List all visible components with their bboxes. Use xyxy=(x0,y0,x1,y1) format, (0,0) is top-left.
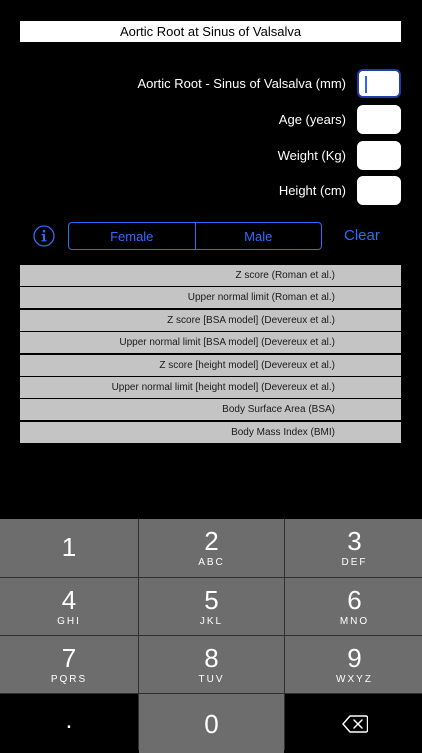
result-row: Z score (Roman et al.) xyxy=(20,265,401,286)
result-row: Upper normal limit [BSA model] (Devereux… xyxy=(20,332,401,354)
key-2[interactable]: 2 ABC xyxy=(139,519,284,577)
key-3[interactable]: 3 DEF xyxy=(285,519,422,577)
backspace-icon xyxy=(341,714,368,733)
key-8[interactable]: 8 TUV xyxy=(139,636,284,693)
height-row: Height (cm) xyxy=(279,175,401,206)
clear-button[interactable]: Clear xyxy=(344,227,380,244)
key-decimal[interactable]: . xyxy=(0,694,138,753)
result-row: Z score [height model] (Devereux et al.) xyxy=(20,354,401,376)
key-6[interactable]: 6 MNO xyxy=(285,578,422,635)
result-row: Upper normal limit (Roman et al.) xyxy=(20,287,401,309)
key-7[interactable]: 7 PQRS xyxy=(0,636,138,693)
key-0[interactable]: 0 xyxy=(139,694,284,753)
aortic-root-label: Aortic Root - Sinus of Valsalva (mm) xyxy=(137,76,346,91)
results-list: Z score (Roman et al.) Upper normal limi… xyxy=(20,265,401,444)
age-row: Age (years) xyxy=(279,104,401,135)
page-title: Aortic Root at Sinus of Valsalva xyxy=(20,21,401,42)
age-label: Age (years) xyxy=(278,112,346,127)
result-row: Body Mass Index (BMI) xyxy=(20,421,401,443)
info-circle-icon[interactable] xyxy=(33,225,55,247)
numeric-keypad: 1 2 ABC 3 DEF 4 GHI 5 JKL 6 MNO 7 PQRS 8… xyxy=(0,519,422,753)
weight-row: Weight (Kg) xyxy=(278,140,401,171)
female-segment[interactable]: Female xyxy=(69,223,195,249)
result-row: Z score [BSA model] (Devereux et al.) xyxy=(20,309,401,331)
text-caret xyxy=(365,76,367,93)
weight-input[interactable] xyxy=(357,141,401,170)
age-input[interactable] xyxy=(357,105,401,134)
height-label: Height (cm) xyxy=(278,183,346,198)
gender-segmented-control: Female Male xyxy=(68,222,322,250)
weight-label: Weight (Kg) xyxy=(277,148,346,163)
male-segment[interactable]: Male xyxy=(194,223,322,249)
height-input[interactable] xyxy=(357,176,401,205)
key-9[interactable]: 9 WXYZ xyxy=(285,636,422,693)
key-4[interactable]: 4 GHI xyxy=(0,578,138,635)
result-row: Upper normal limit [height model] (Dever… xyxy=(20,376,401,398)
aortic-root-input[interactable] xyxy=(357,69,401,98)
key-5[interactable]: 5 JKL xyxy=(139,578,284,635)
key-1[interactable]: 1 xyxy=(0,519,138,577)
delete-key[interactable] xyxy=(285,694,422,753)
aortic-root-row: Aortic Root - Sinus of Valsalva (mm) xyxy=(137,68,401,99)
result-row: Body Surface Area (BSA) xyxy=(20,399,401,421)
